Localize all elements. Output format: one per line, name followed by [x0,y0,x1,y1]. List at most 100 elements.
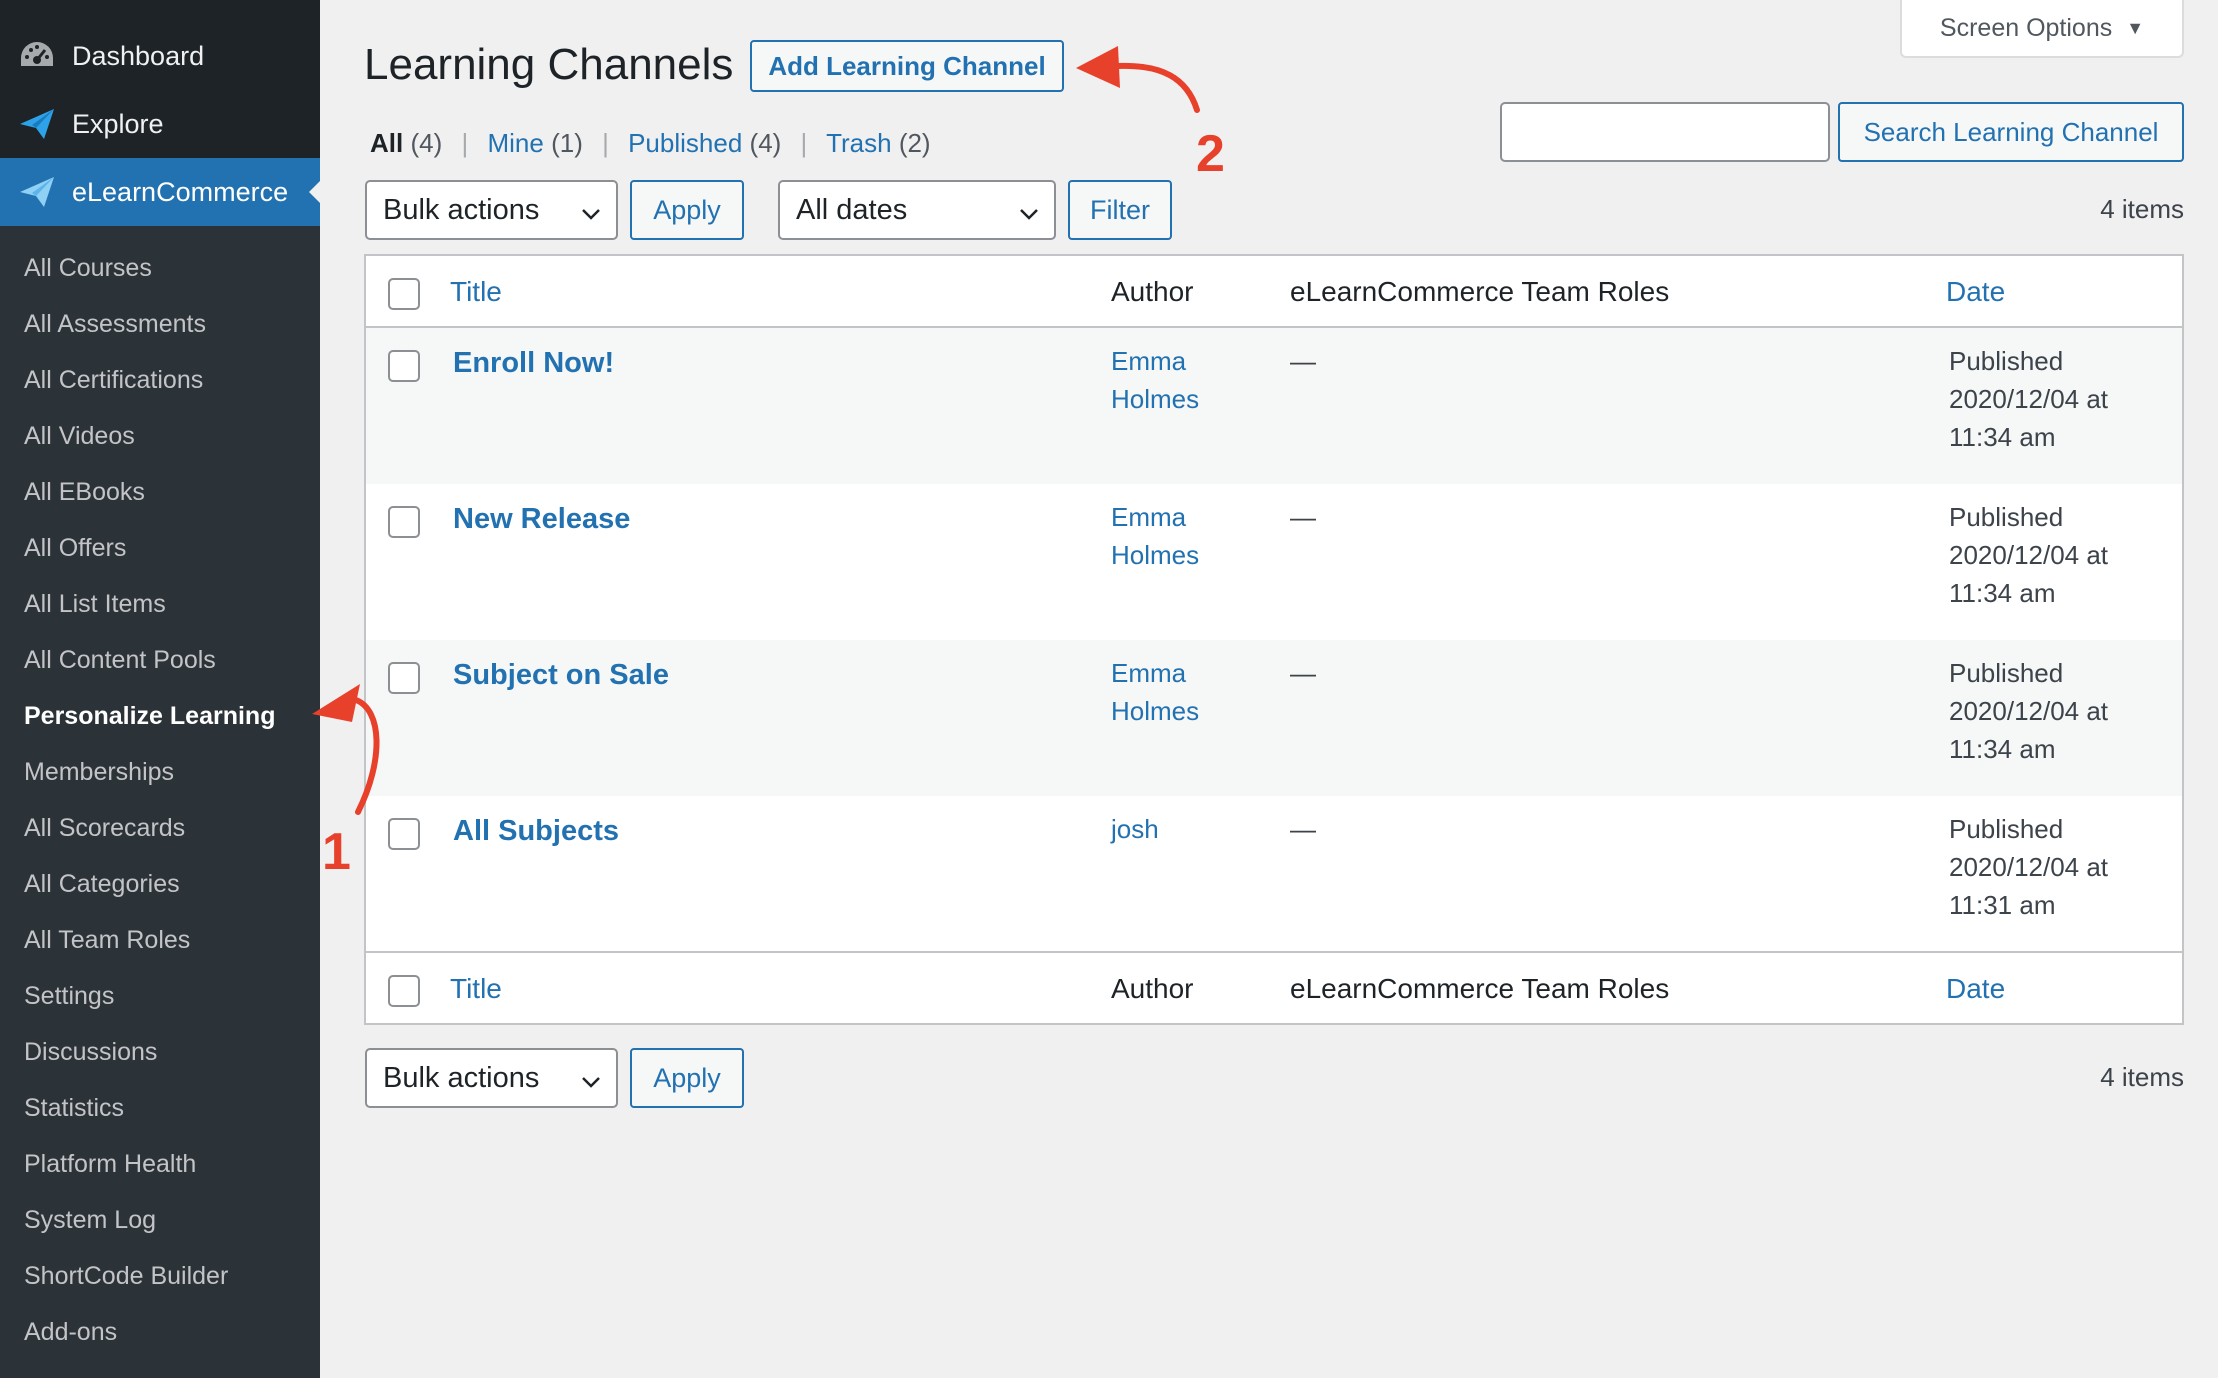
dates-select[interactable]: All dates [778,180,1056,240]
add-learning-channel-button[interactable]: Add Learning Channel [750,40,1064,92]
row-date: Published 2020/12/04 at 11:34 am [1949,342,2149,456]
submenu-item-platform-health[interactable]: Platform Health [24,1150,196,1179]
row-roles: — [1290,346,1316,376]
column-title-header[interactable]: Title [450,276,502,308]
admin-sidebar: Dashboard Explore eLearnCommerce All Cou… [0,0,320,1378]
row-title-link[interactable]: All Subjects [453,812,619,850]
chevron-down-icon [580,1068,602,1090]
column-roles-header: eLearnCommerce Team Roles [1290,276,1670,307]
row-checkbox[interactable] [388,506,420,538]
submenu-item-statistics[interactable]: Statistics [24,1094,124,1123]
dates-value: All dates [796,193,908,226]
current-menu-notch [309,181,320,203]
bulk-actions-select[interactable]: Bulk actions [365,180,618,240]
column-title-footer[interactable]: Title [450,973,502,1005]
view-all-count: (4) [410,128,443,158]
paper-plane-icon [18,106,56,142]
search-learning-channel-button[interactable]: Search Learning Channel [1838,102,2184,162]
view-mine-count: (1) [551,128,583,158]
table-row: Enroll Now! Emma Holmes — Published 2020… [366,328,2182,484]
submenu-item-all-content-pools[interactable]: All Content Pools [24,646,216,675]
search-input[interactable] [1500,102,1830,162]
items-count-bottom: 4 items [2100,1062,2184,1092]
select-all-checkbox[interactable] [388,278,420,310]
table-row: All Subjects josh — Published 2020/12/04… [366,796,2182,952]
view-separator: | [800,128,808,158]
view-mine-link[interactable]: Mine [487,128,543,158]
submenu-item-all-scorecards[interactable]: All Scorecards [24,814,185,843]
submenu-item-all-list-items[interactable]: All List Items [24,590,166,619]
row-author-link[interactable]: Emma Holmes [1111,342,1231,418]
apply-button-bottom[interactable]: Apply [630,1048,744,1108]
row-time-value: 11:34 am [1949,422,2056,452]
submenu-item-all-offers[interactable]: All Offers [24,534,126,563]
row-roles: — [1290,502,1316,532]
screen-options-button[interactable]: Screen Options ▼ [1900,0,2184,58]
apply-button[interactable]: Apply [630,180,744,240]
view-trash-link[interactable]: Trash [826,128,892,158]
submenu-item-all-courses[interactable]: All Courses [24,254,152,283]
submenu-item-all-videos[interactable]: All Videos [24,422,135,451]
view-trash-count: (2) [898,128,931,158]
row-author-link[interactable]: Emma Holmes [1111,498,1231,574]
bulk-actions-select-bottom[interactable]: Bulk actions [365,1048,618,1108]
submenu-item-all-certifications[interactable]: All Certifications [24,366,203,395]
row-time-value: 11:31 am [1949,890,2056,920]
row-date: Published 2020/12/04 at 11:31 am [1949,810,2149,924]
column-roles-footer: eLearnCommerce Team Roles [1290,973,1670,1004]
annotation-marker-1: 1 [322,823,351,881]
row-date: Published 2020/12/04 at 11:34 am [1949,654,2149,768]
author-first-name: josh [1111,814,1159,844]
view-all-label[interactable]: All [370,128,403,158]
annotation-arrow-1 [312,684,380,815]
menu-item-elearncommerce[interactable]: eLearnCommerce [0,158,320,226]
view-separator: | [602,128,609,158]
submenu-item-all-categories[interactable]: All Categories [24,870,180,899]
select-all-checkbox[interactable] [388,975,420,1007]
author-first-name: Emma [1111,502,1187,532]
submenu-item-all-team-roles[interactable]: All Team Roles [24,926,190,955]
column-date-footer[interactable]: Date [1946,973,2005,1005]
menu-item-dashboard[interactable]: Dashboard [0,22,320,90]
author-last-name: Holmes [1111,696,1200,726]
submenu-item-personalize-learning[interactable]: Personalize Learning [24,702,275,731]
menu-label: Dashboard [72,40,205,71]
bulk-actions-value: Bulk actions [383,1061,540,1094]
row-author-link[interactable]: josh [1111,810,1231,848]
submenu-item-memberships[interactable]: Memberships [24,758,174,787]
annotation-arrow-2 [1076,46,1200,113]
row-author-link[interactable]: Emma Holmes [1111,654,1231,730]
menu-label: eLearnCommerce [72,176,289,207]
row-title-link[interactable]: New Release [453,500,630,538]
row-status: Published [1949,502,2064,532]
submenu: All Courses All Assessments All Certific… [0,226,320,1378]
row-status: Published [1949,814,2064,844]
submenu-item-shortcode-builder[interactable]: ShortCode Builder [24,1262,228,1291]
row-time-value: 11:34 am [1949,578,2056,608]
submenu-item-all-assessments[interactable]: All Assessments [24,310,206,339]
row-time-value: 11:34 am [1949,734,2056,764]
submenu-item-system-log[interactable]: System Log [24,1206,156,1235]
column-author-header: Author [1111,276,1194,307]
caret-down-icon: ▼ [2126,17,2145,38]
paper-plane-icon [18,174,56,210]
row-checkbox[interactable] [388,350,420,382]
submenu-item-add-ons[interactable]: Add-ons [24,1318,117,1347]
column-author-footer: Author [1111,973,1194,1004]
menu-item-explore[interactable]: Explore [0,90,320,158]
column-date-header[interactable]: Date [1946,276,2005,308]
table-row: New Release Emma Holmes — Published 2020… [366,484,2182,640]
filter-button[interactable]: Filter [1068,180,1172,240]
row-title-link[interactable]: Enroll Now! [453,344,614,382]
row-date: Published 2020/12/04 at 11:34 am [1949,498,2149,612]
submenu-item-discussions[interactable]: Discussions [24,1038,157,1067]
view-published-link[interactable]: Published [628,128,742,158]
chevron-down-icon [1018,200,1040,222]
row-title-link[interactable]: Subject on Sale [453,656,669,694]
submenu-item-all-ebooks[interactable]: All EBooks [24,478,145,507]
learning-channels-table: Title Author eLearnCommerce Team Roles D… [364,254,2184,1025]
row-date-value: 2020/12/04 at [1949,384,2109,414]
author-last-name: Holmes [1111,540,1200,570]
submenu-item-settings[interactable]: Settings [24,982,114,1011]
table-footer: Title Author eLearnCommerce Team Roles D… [366,951,2182,1023]
